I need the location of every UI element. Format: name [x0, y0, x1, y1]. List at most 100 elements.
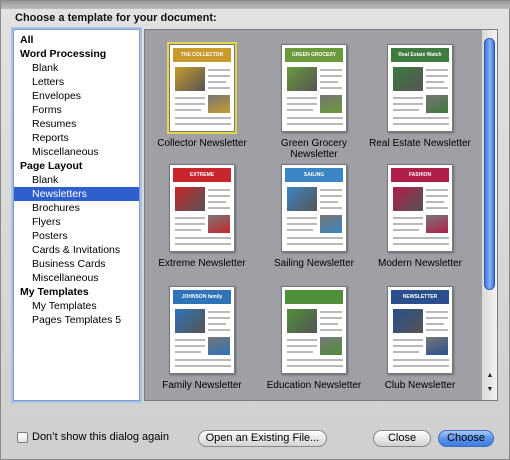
thumbnail-photo — [320, 337, 342, 355]
thumbnail-text-line — [287, 109, 313, 111]
thumbnail-text-line — [320, 323, 338, 325]
thumbnail-text-line — [393, 223, 423, 225]
thumbnail-masthead: Real Estate Watch — [391, 48, 449, 62]
category-sidebar[interactable]: All Word Processing Blank Letters Envelopes F… — [13, 29, 140, 401]
thumbnail-text-line — [426, 195, 448, 197]
thumbnail-text-line — [175, 237, 231, 239]
template-thumbnail[interactable]: GREEN GROCERY — [281, 44, 347, 132]
thumbnail-text-line — [287, 243, 343, 245]
sidebar-item-business-cards[interactable]: Business Cards — [14, 257, 139, 271]
thumbnail-text-line — [175, 365, 231, 367]
thumbnail-text-line — [208, 201, 226, 203]
thumbnail-masthead: NEWSLETTER — [391, 290, 449, 304]
sidebar-item-word-processing[interactable]: Word Processing — [14, 47, 139, 61]
sidebar-item-blank[interactable]: Blank — [14, 173, 139, 187]
thumbnail-text-line — [426, 311, 448, 313]
template-thumbnail[interactable]: JOHNSON family — [169, 286, 235, 374]
thumbnail-text-line — [287, 345, 317, 347]
sidebar-item-blank[interactable]: Blank — [14, 61, 139, 75]
thumbnail-text-line — [175, 351, 201, 353]
thumbnail-photo — [287, 309, 317, 333]
thumbnail-text-line — [426, 189, 448, 191]
scroll-down-arrow-icon[interactable]: ▼ — [482, 384, 497, 396]
thumbnail-text-line — [426, 207, 448, 209]
template-thumbnail[interactable]: NEWSLETTER — [387, 286, 453, 374]
choose-button[interactable]: Choose — [438, 430, 494, 447]
template-thumbnail[interactable]: FASHION — [387, 164, 453, 252]
thumbnail-masthead: GREEN GROCERY — [285, 48, 343, 62]
sidebar-item-my-templates[interactable]: My Templates — [14, 299, 139, 313]
thumbnail-text-line — [208, 195, 230, 197]
thumbnail-text-line — [426, 75, 448, 77]
thumbnail-text-line — [208, 87, 230, 89]
thumbnail-photo — [393, 309, 423, 333]
thumbnail-text-line — [287, 229, 313, 231]
template-thumbnail[interactable] — [281, 286, 347, 374]
dont-show-checkbox[interactable] — [17, 432, 28, 443]
template-gallery[interactable]: THE COLLECTOR Collector Newsletter GREEN G… — [144, 29, 498, 401]
sidebar-item-cards-invitations[interactable]: Cards & Invitations — [14, 243, 139, 257]
thumbnail-text-line — [393, 109, 419, 111]
thumbnail-photo — [287, 187, 317, 211]
scroll-up-arrow-icon[interactable]: ▲ — [482, 370, 497, 382]
sidebar-item-all[interactable]: All — [14, 33, 139, 47]
thumbnail-text-line — [320, 207, 342, 209]
scrollbar-thumb[interactable] — [484, 38, 495, 290]
sidebar-item-posters[interactable]: Posters — [14, 229, 139, 243]
thumbnail-text-line — [208, 81, 226, 83]
template-thumbnail[interactable]: THE COLLECTOR — [167, 42, 237, 134]
thumbnail-text-line — [175, 217, 205, 219]
thumbnail-photo — [393, 187, 423, 211]
sidebar-item-reports[interactable]: Reports — [14, 131, 139, 145]
open-existing-file-button[interactable]: Open an Existing File... — [198, 430, 327, 447]
sidebar-item-miscellaneous[interactable]: Miscellaneous — [14, 145, 139, 159]
thumbnail-text-line — [287, 117, 343, 119]
close-button[interactable]: Close — [373, 430, 431, 447]
thumbnail-text-line — [175, 243, 231, 245]
thumbnail-text-line — [426, 317, 448, 319]
template-thumbnail[interactable]: Real Estate Watch — [387, 44, 453, 132]
thumbnail-photo — [208, 95, 230, 113]
thumbnail-text-line — [287, 351, 313, 353]
template-grid: THE COLLECTOR Collector Newsletter GREEN G… — [145, 30, 481, 400]
thumbnail-text-line — [208, 75, 230, 77]
thumbnail-text-line — [320, 189, 342, 191]
template-thumbnail[interactable]: EXTREME — [169, 164, 235, 252]
thumbnail-masthead: JOHNSON family — [173, 290, 231, 304]
thumbnail-photo — [208, 337, 230, 355]
thumbnail-text-line — [320, 81, 338, 83]
thumbnail-text-line — [426, 323, 444, 325]
thumbnail-text-line — [320, 311, 342, 313]
sidebar-item-miscellaneous[interactable]: Miscellaneous — [14, 271, 139, 285]
thumbnail-photo — [426, 215, 448, 233]
sidebar-item-letters[interactable]: Letters — [14, 75, 139, 89]
sidebar-item-my-templates[interactable]: My Templates — [14, 285, 139, 299]
thumbnail-text-line — [320, 201, 338, 203]
sidebar-item-envelopes[interactable]: Envelopes — [14, 89, 139, 103]
thumbnail-text-line — [320, 69, 342, 71]
thumbnail-text-line — [287, 339, 317, 341]
thumbnail-text-line — [287, 217, 317, 219]
thumbnail-text-line — [320, 75, 342, 77]
gallery-scrollbar[interactable]: ▲ ▼ — [481, 30, 497, 400]
thumbnail-text-line — [175, 223, 205, 225]
thumbnail-text-line — [208, 323, 226, 325]
thumbnail-text-line — [393, 97, 423, 99]
sidebar-item-pages-templates-5[interactable]: Pages Templates 5 — [14, 313, 139, 327]
template-thumbnail[interactable]: SAILING — [281, 164, 347, 252]
sidebar-item-newsletters[interactable]: Newsletters — [14, 187, 139, 201]
sidebar-item-resumes[interactable]: Resumes — [14, 117, 139, 131]
thumbnail-text-line — [287, 123, 343, 125]
template-label: Club Newsletter — [384, 380, 456, 391]
thumbnail-text-line — [287, 359, 343, 361]
sidebar-item-flyers[interactable]: Flyers — [14, 215, 139, 229]
thumbnail-text-line — [175, 117, 231, 119]
sidebar-item-brochures[interactable]: Brochures — [14, 201, 139, 215]
thumbnail-text-line — [393, 117, 449, 119]
sidebar-item-forms[interactable]: Forms — [14, 103, 139, 117]
thumbnail-text-line — [208, 311, 230, 313]
thumbnail-text-line — [393, 243, 449, 245]
sidebar-item-page-layout[interactable]: Page Layout — [14, 159, 139, 173]
thumbnail-text-line — [175, 97, 205, 99]
thumbnail-photo — [426, 95, 448, 113]
